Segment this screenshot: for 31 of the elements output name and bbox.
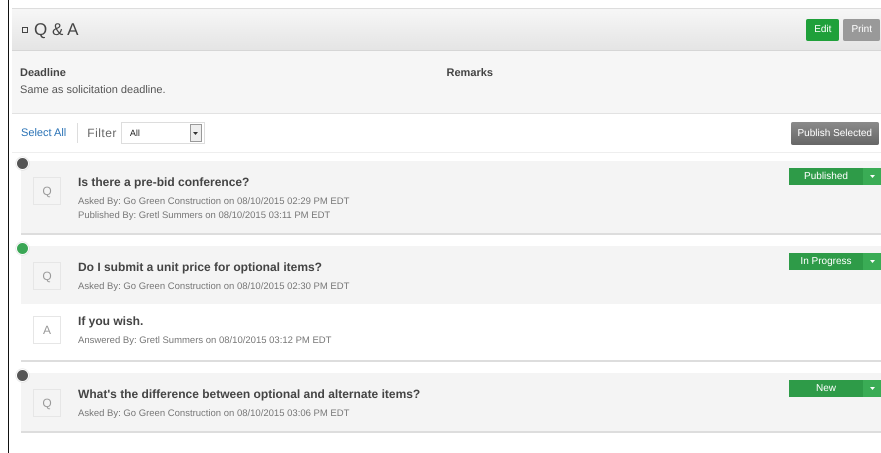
letter-box: Q (33, 389, 61, 417)
meta-text: Asked By: Go Green Construction on 08/10/2015 02:30 PM EDT (78, 280, 350, 294)
meta-text: Published By: Gretl Summers on 08/10/2015 03:11 PM EDT (78, 209, 332, 223)
meta-text: Answered By: Gretl Summers on 08/10/2015 03:12 PM EDT (78, 334, 332, 348)
letter-box: Q (33, 262, 61, 290)
question-text: Is there a pre-bid conference? (78, 175, 250, 189)
status-button[interactable]: In Progress (789, 253, 881, 270)
filter-dropdown[interactable]: All (120, 122, 205, 144)
caret-icon (870, 260, 874, 263)
field-label: Remarks (446, 67, 494, 79)
panel-title: Q & A (34, 20, 78, 40)
answer-text: If you wish. (78, 314, 144, 328)
meta-text: Asked By: Go Green Construction on 08/10/2015 03:06 PM EDT (78, 407, 350, 421)
letter-box: A (33, 316, 61, 344)
print-button[interactable]: Print (843, 18, 880, 40)
square-icon (22, 26, 28, 32)
filter-label: Filter (87, 126, 117, 140)
caret-icon (193, 132, 198, 134)
status-button[interactable]: Published (789, 168, 881, 185)
caret-icon (870, 175, 874, 178)
status-button[interactable]: New (789, 380, 881, 397)
caret-icon (870, 387, 874, 390)
question-text: What's the difference between optional and alternate items? (78, 387, 420, 401)
edit-button[interactable]: Edit (806, 18, 840, 40)
publish-selected-button[interactable]: Publish Selected (790, 122, 879, 144)
field-label: Deadline (20, 67, 67, 79)
meta-text: Asked By: Go Green Construction on 08/10/2015 02:29 PM EDT (78, 195, 350, 209)
question-text: Do I submit a unit price for optional items? (78, 260, 324, 274)
letter-box: Q (33, 177, 61, 205)
field-value: Same as solicitation deadline. (20, 84, 167, 96)
select-all-link[interactable]: Select All (21, 127, 66, 139)
